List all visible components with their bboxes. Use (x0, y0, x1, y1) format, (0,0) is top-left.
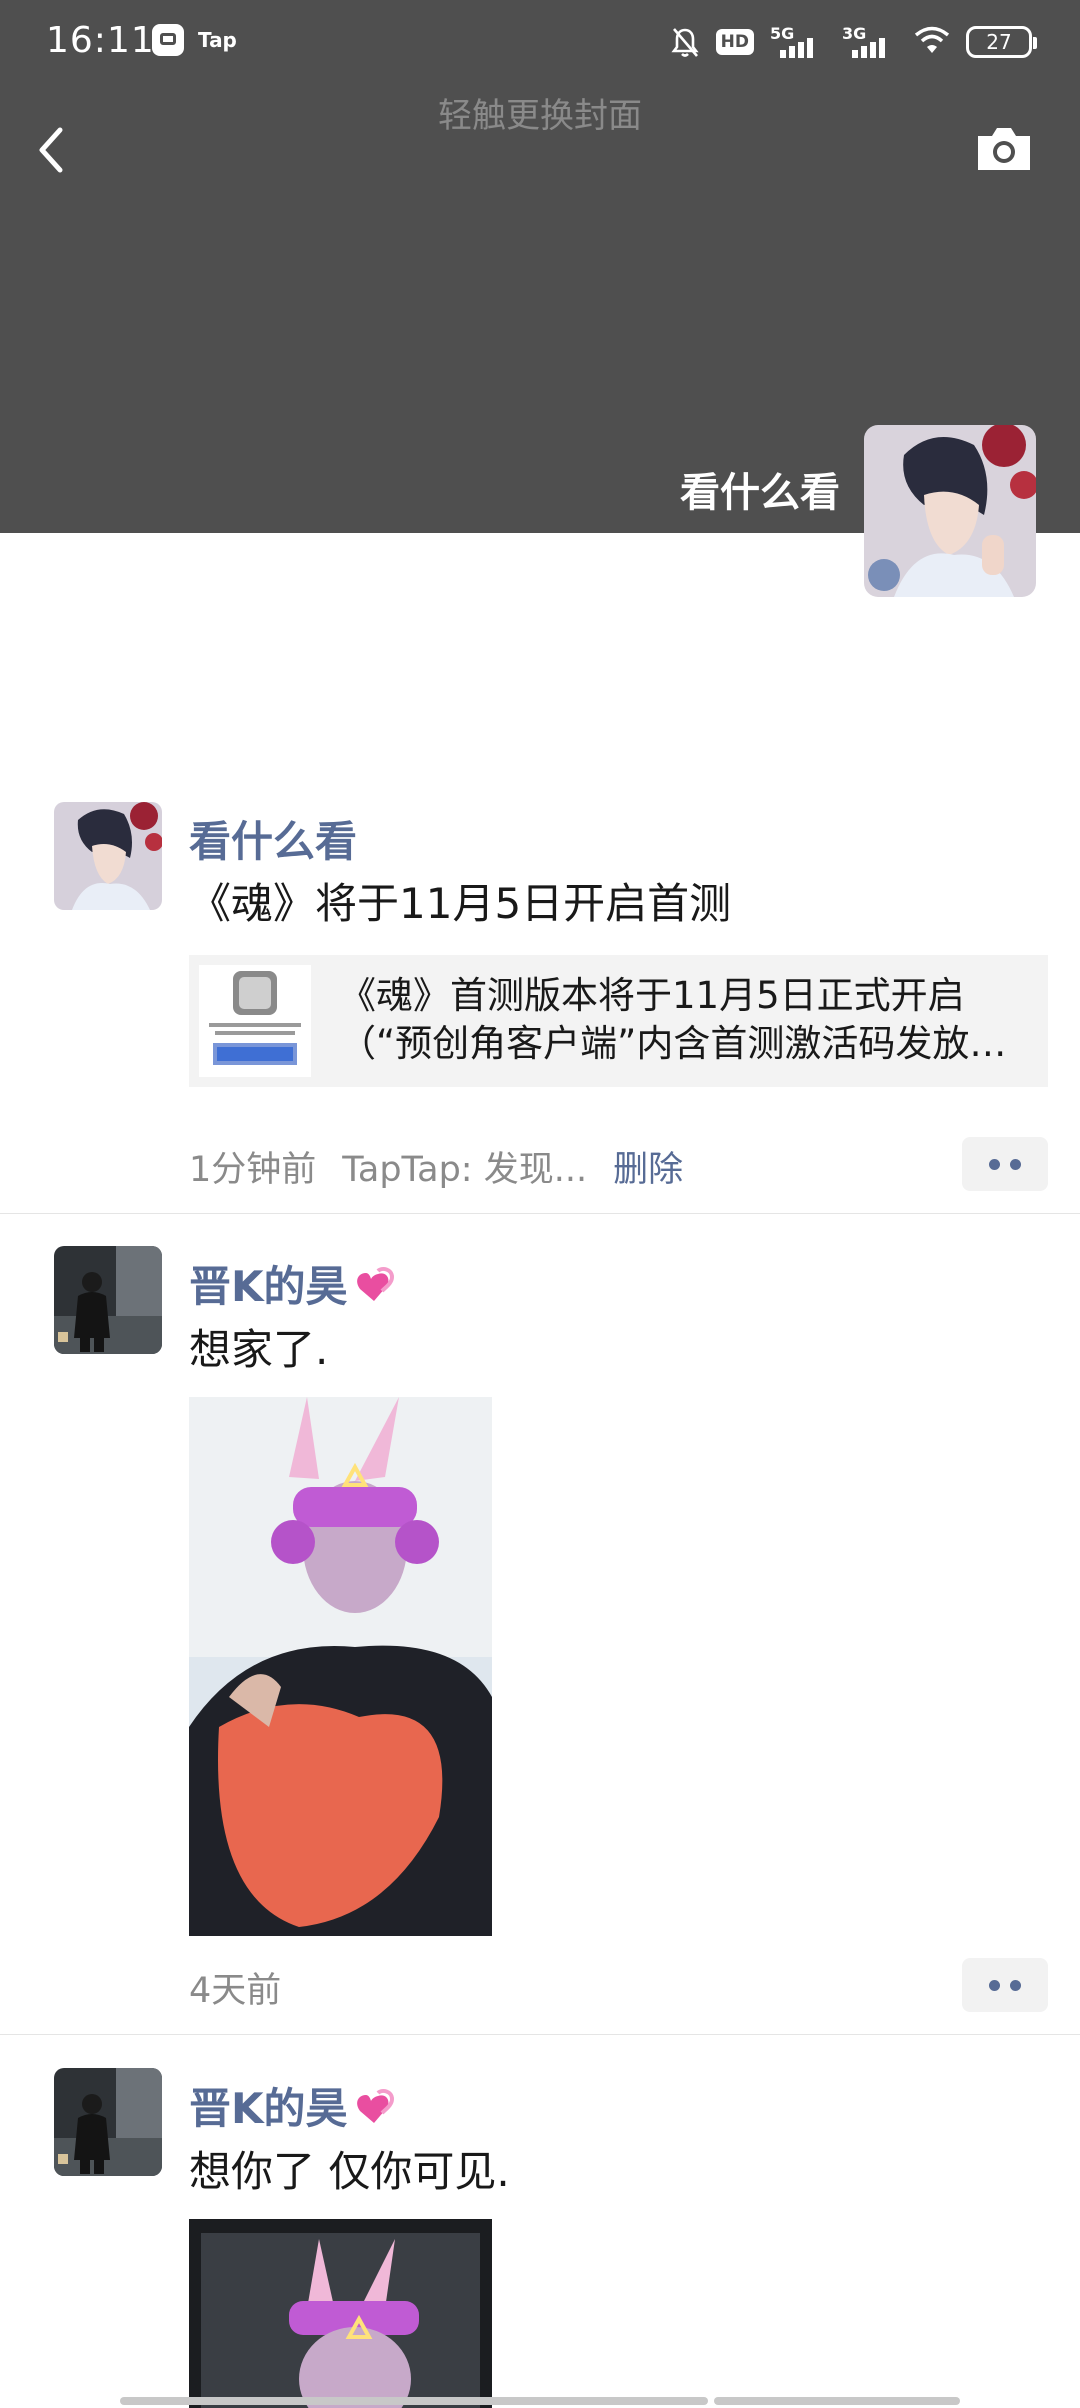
battery-icon: 27 (966, 26, 1037, 58)
more-dots-icon (989, 1158, 1000, 1170)
post-text: 想你了 仅你可见. (189, 2147, 510, 2196)
link-thumbnail (199, 965, 311, 1077)
status-bar: 16:11 Tap HD 5G 3G 27 (0, 0, 1080, 84)
signal-5g-icon: 5G (770, 24, 826, 60)
author-name[interactable]: 晋K的昊 (189, 2075, 398, 2136)
more-options-button[interactable] (962, 1958, 1048, 2012)
notification-off-icon (670, 26, 700, 58)
hd-indicator: HD (715, 29, 754, 55)
back-button[interactable] (30, 120, 80, 180)
wifi-icon (914, 26, 950, 58)
post-text: 想家了. (189, 1325, 329, 1374)
post-meta: 1分钟前 TapTap: 发现... 删除 (189, 1141, 683, 1192)
divider (0, 1213, 1080, 1214)
avatar[interactable] (54, 2068, 162, 2176)
shared-link-card[interactable]: 《魂》首测版本将于11月5日正式开启 （“预创角客户端”内含首测激活码发放… (189, 955, 1048, 1087)
signal-3g-icon: 3G (842, 24, 898, 60)
notification-app-icon (152, 24, 184, 56)
author-name[interactable]: 看什么看 (189, 808, 357, 869)
delete-link[interactable]: 删除 (613, 1150, 683, 1190)
camera-icon (978, 128, 1030, 170)
post-meta: 4天前 (189, 1962, 281, 2013)
author-name[interactable]: 晋K的昊 (189, 1253, 398, 1314)
more-options-button[interactable] (962, 1137, 1048, 1191)
post-photo[interactable] (189, 2219, 492, 2408)
camera-button[interactable] (974, 124, 1034, 174)
status-time: 16:11 (46, 20, 155, 61)
post-source[interactable]: TapTap: 发现... (342, 1150, 587, 1190)
link-title: 《魂》首测版本将于11月5日正式开启 （“预创角客户端”内含首测激活码发放… (339, 974, 1007, 1065)
avatar[interactable] (54, 802, 162, 910)
post-time: 4天前 (189, 1971, 282, 2011)
profile-avatar[interactable] (864, 425, 1036, 597)
more-dots-icon (989, 1979, 1000, 1991)
post-text: 《魂》将于11月5日开启首测 (189, 879, 732, 928)
profile-name[interactable]: 看什么看 (680, 460, 840, 518)
taptap-notification-label: Tap (198, 28, 237, 52)
status-indicators: HD 5G 3G 27 (670, 22, 1037, 62)
avatar[interactable] (54, 1246, 162, 1354)
scroll-indicator-track (714, 2397, 960, 2405)
back-arrow-icon (39, 127, 63, 173)
heart-emoji-icon (356, 1267, 394, 1301)
scroll-indicator (120, 2397, 708, 2405)
post-photo[interactable] (189, 1397, 492, 1936)
change-cover-hint[interactable]: 轻触更换封面 (0, 88, 1080, 137)
heart-emoji-icon (356, 2089, 394, 2123)
post-time: 1分钟前 (189, 1150, 317, 1190)
divider (0, 2034, 1080, 2035)
